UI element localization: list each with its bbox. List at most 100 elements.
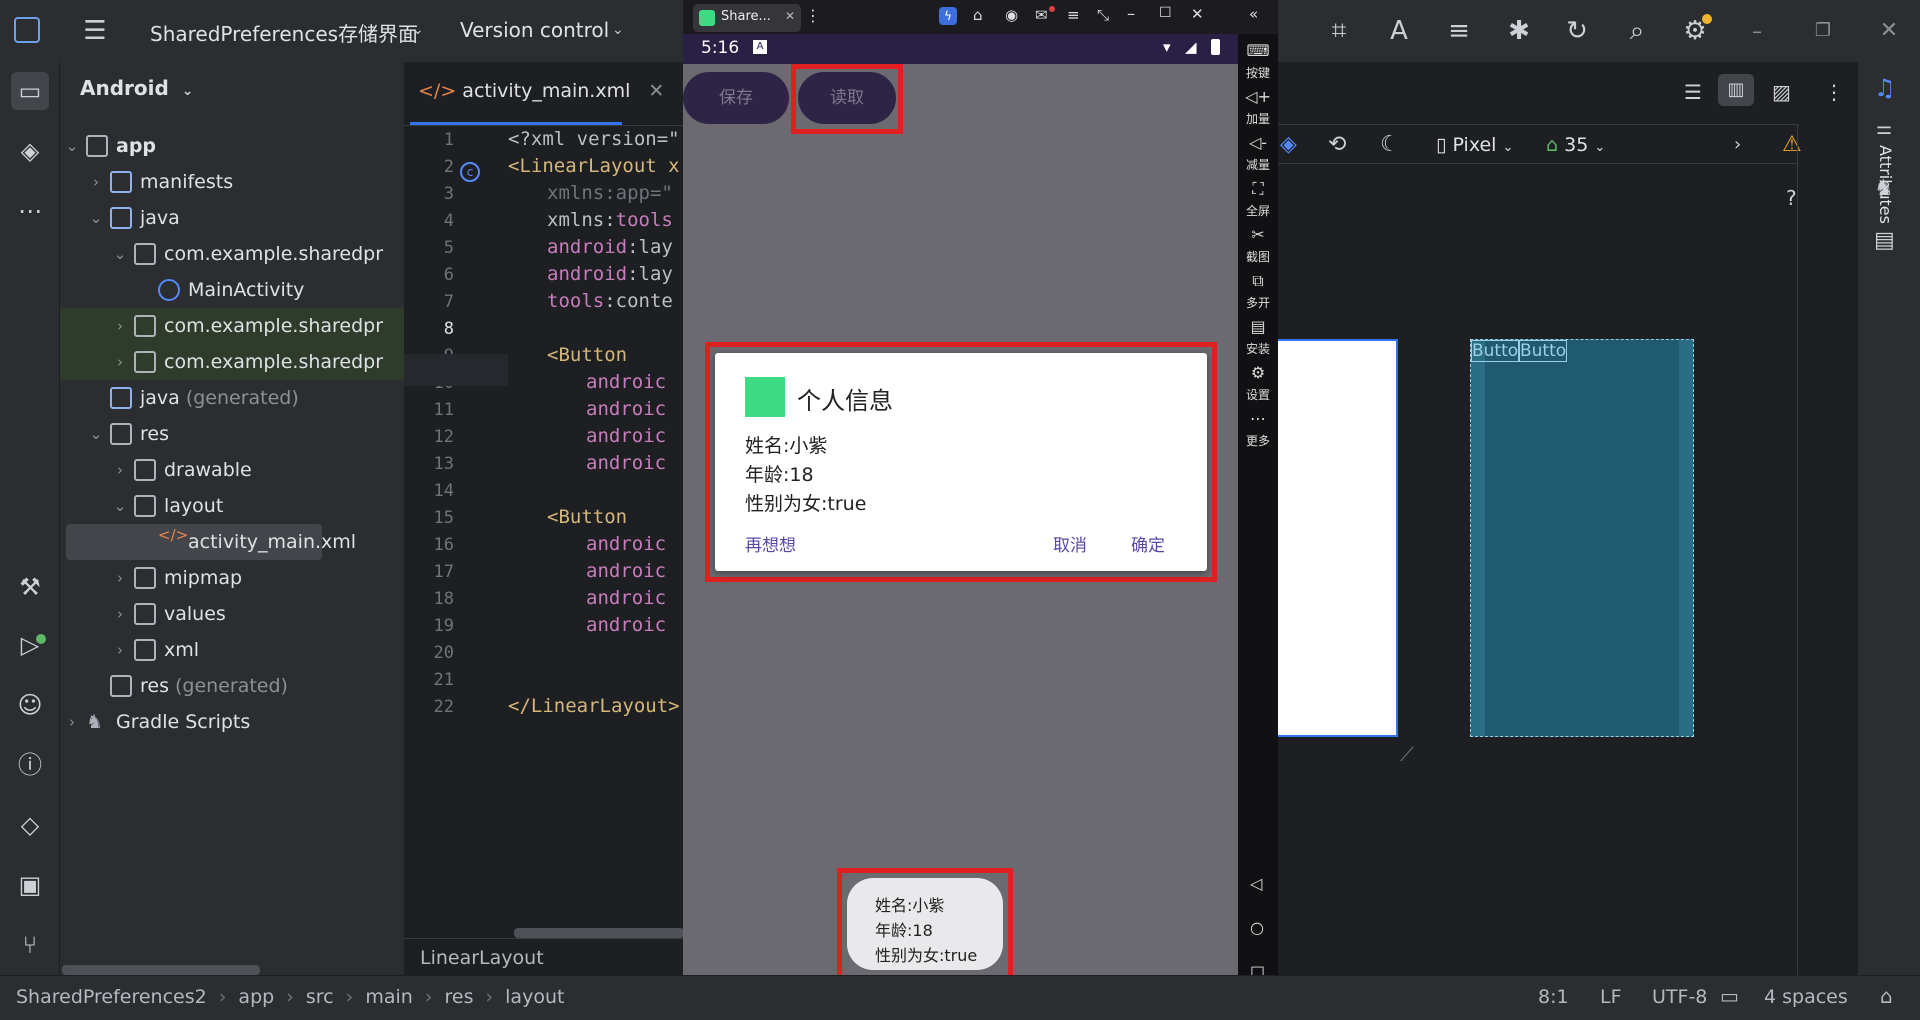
chevron-right-icon[interactable]: ›: [110, 596, 130, 632]
tree-item-app[interactable]: ⌄ app: [60, 128, 404, 164]
breadcrumb-item[interactable]: res: [444, 986, 473, 1008]
emulator-screen[interactable]: 5:16 A ▾ ◢ 保存 读取 个人信息 姓名:小紫 年龄:18 性别为女:t…: [683, 34, 1238, 1020]
close-icon[interactable]: ✕: [1191, 5, 1204, 23]
breadcrumb-item[interactable]: SharedPreferences2: [16, 986, 207, 1008]
debug-icon[interactable]: ✱: [1500, 12, 1538, 50]
version-control-menu[interactable]: Version control: [460, 18, 609, 42]
save-button[interactable]: 保存: [683, 72, 789, 124]
emulator-side-button[interactable]: ⋯ 更多: [1238, 406, 1278, 462]
close-tab-icon[interactable]: ✕: [648, 80, 664, 102]
project-view-selector[interactable]: Android ⌄: [80, 76, 194, 100]
notifications-bell-icon[interactable]: ♫: [1874, 74, 1896, 102]
split-view-icon[interactable]: ▥: [1718, 74, 1754, 106]
tree-item-java[interactable]: java (generated): [60, 380, 404, 416]
resize-handle-icon[interactable]: ⟋: [1400, 742, 1414, 766]
tree-item-com-example-sharedpr[interactable]: › com.example.sharedpr: [60, 344, 404, 380]
breadcrumb-item[interactable]: app: [238, 986, 274, 1008]
blueprint-surface[interactable]: Button Button: [1470, 339, 1694, 737]
layer-icon[interactable]: ◈: [1280, 132, 1297, 157]
back-nav-icon[interactable]: ◁: [1250, 874, 1262, 893]
breadcrumb-item[interactable]: main: [365, 986, 412, 1008]
indent-setting[interactable]: 4 spaces: [1764, 986, 1848, 1008]
translate-icon[interactable]: A: [1380, 12, 1418, 50]
help-icon[interactable]: ?: [1786, 186, 1797, 210]
more-options-icon[interactable]: ⋮: [1824, 80, 1844, 104]
menu-icon[interactable]: ≡: [1067, 6, 1080, 24]
warning-icon[interactable]: ⚠: [1782, 132, 1802, 157]
tree-item-drawable[interactable]: › drawable: [60, 452, 404, 488]
chevron-down-icon[interactable]: ⌄: [110, 236, 130, 272]
device-selector[interactable]: ▯ Pixel ⌄: [1436, 134, 1513, 156]
dialog-positive-button[interactable]: 确定: [1131, 531, 1165, 556]
lock-icon[interactable]: ⌂: [1880, 984, 1893, 1008]
chevron-down-icon[interactable]: ⌄: [412, 22, 424, 38]
minimize-icon[interactable]: –: [1738, 12, 1776, 50]
api-level-selector[interactable]: ⌂ 35 ⌄: [1546, 134, 1605, 156]
project-folder-icon[interactable]: ▭: [11, 72, 49, 110]
chevron-right-icon[interactable]: ›: [1734, 134, 1741, 155]
tree-item-layout[interactable]: ⌄ layout: [60, 488, 404, 524]
breadcrumb-item[interactable]: src: [306, 986, 334, 1008]
logcat-icon[interactable]: ☺: [11, 686, 49, 724]
mail-icon[interactable]: ✉: [1035, 6, 1048, 24]
chevron-right-icon[interactable]: ›: [110, 308, 130, 344]
collapse-sidebar-icon[interactable]: «: [1249, 5, 1258, 23]
chevron-right-icon[interactable]: ›: [110, 344, 130, 380]
tree-item-manifests[interactable]: › manifests: [60, 164, 404, 200]
project-name[interactable]: SharedPreferences存储界面: [150, 18, 418, 47]
chevron-right-icon[interactable]: ›: [110, 452, 130, 488]
minimize-icon[interactable]: –: [1127, 4, 1135, 23]
chevron-down-icon[interactable]: ⌄: [110, 488, 130, 524]
blueprint-button-1[interactable]: Button: [1471, 340, 1519, 362]
sync-gradle-icon[interactable]: ↻: [1558, 12, 1596, 50]
build-hammer-icon[interactable]: ⚒: [11, 568, 49, 606]
comment-icon[interactable]: ▭: [1720, 984, 1739, 1008]
gradle-icon[interactable]: ♞: [1874, 176, 1894, 201]
horizontal-scrollbar[interactable]: [62, 965, 260, 975]
chevron-down-icon[interactable]: ⌄: [86, 200, 106, 236]
maximize-icon[interactable]: ☐: [1159, 5, 1172, 21]
line-separator[interactable]: LF: [1600, 986, 1622, 1008]
tree-item-com-example-sharedpr[interactable]: ⌄ com.example.sharedpr: [60, 236, 404, 272]
editor-tab-activity-main[interactable]: </> activity_main.xml ✕: [418, 80, 664, 110]
tree-item-java[interactable]: ⌄ java: [60, 200, 404, 236]
code-view-icon[interactable]: ☰: [1684, 80, 1702, 104]
dialog-neutral-button[interactable]: 再想想: [745, 531, 796, 556]
chevron-right-icon[interactable]: ›: [62, 704, 82, 740]
chevron-down-icon[interactable]: ⌄: [612, 22, 624, 38]
home-nav-icon[interactable]: ○: [1250, 918, 1264, 937]
more-tools-icon[interactable]: ⋯: [11, 192, 49, 230]
design-view-icon[interactable]: ▨: [1772, 80, 1791, 104]
chevron-down-icon[interactable]: ⌄: [62, 128, 82, 164]
code-editor[interactable]: <?xml version=" <LinearLayout x xmlns:app=…: [508, 126, 684, 938]
file-encoding[interactable]: UTF-8: [1652, 986, 1707, 1008]
blueprint-button-2[interactable]: Button: [1519, 340, 1567, 362]
editor-horizontal-scrollbar[interactable]: [514, 928, 684, 938]
search-icon[interactable]: ⌕: [1618, 12, 1656, 50]
gutter-class-marker-icon[interactable]: c: [460, 162, 480, 182]
breadcrumb-item[interactable]: layout: [505, 986, 564, 1008]
boost-icon[interactable]: ϟ: [939, 7, 957, 25]
dialog-negative-button[interactable]: 取消: [1053, 531, 1087, 556]
terminal-icon[interactable]: ▣: [11, 866, 49, 904]
chevron-right-icon[interactable]: ›: [110, 632, 130, 668]
emulator-app-tab[interactable]: Share... ✕: [693, 4, 801, 32]
gemini-icon[interactable]: ◇: [11, 806, 49, 844]
ai-assistant-icon[interactable]: ⌗: [1320, 12, 1358, 50]
resource-manager-icon[interactable]: ◈: [11, 132, 49, 170]
tree-item-res[interactable]: ⌄ res: [60, 416, 404, 452]
close-icon[interactable]: ✕: [1870, 12, 1908, 50]
read-button[interactable]: 读取: [798, 72, 896, 124]
chevron-right-icon[interactable]: ›: [86, 164, 106, 200]
main-menu-icon[interactable]: ☰: [76, 12, 114, 50]
tree-item-mipmap[interactable]: › mipmap: [60, 560, 404, 596]
chevron-right-icon[interactable]: ›: [110, 560, 130, 596]
tab-menu-icon[interactable]: ⋮: [805, 6, 821, 25]
night-mode-icon[interactable]: ☾: [1380, 132, 1400, 157]
caret-position[interactable]: 8:1: [1538, 986, 1569, 1008]
device-manager-icon[interactable]: ▤: [1874, 228, 1895, 253]
tree-item-gradle-scripts[interactable]: › ♞ Gradle Scripts: [60, 704, 404, 740]
build-variants-icon[interactable]: ≡: [1440, 12, 1478, 50]
shrink-icon[interactable]: ⤡: [1097, 6, 1109, 24]
tree-item-activity-main-xml[interactable]: </> activity_main.xml: [66, 524, 356, 560]
